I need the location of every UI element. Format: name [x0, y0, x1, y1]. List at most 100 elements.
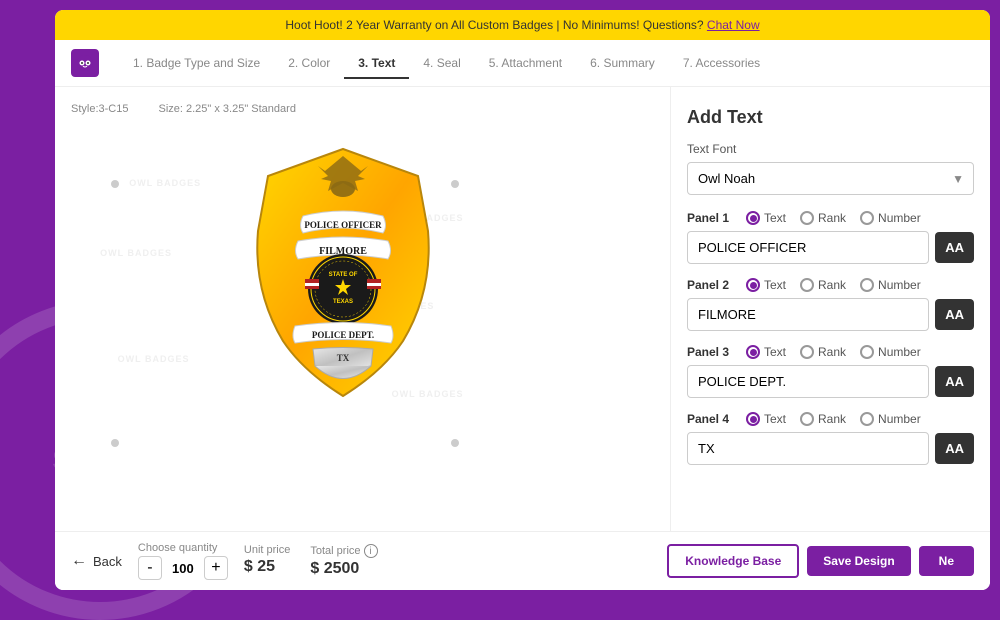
panel-1-aa-button[interactable]: AA	[935, 232, 974, 263]
unit-price-label: Unit price	[244, 544, 290, 556]
right-panel: Add Text Text Font Owl Noah ▼ Panel 1 Te…	[670, 87, 990, 531]
panel-3-rank-radio-circle	[800, 345, 814, 359]
panel-2-rank-radio-circle	[800, 278, 814, 292]
panel-2-number-radio[interactable]: Number	[860, 278, 921, 292]
total-price-label: Total price i	[310, 544, 377, 558]
panel-3-row: Panel 3 Text Rank Number	[687, 345, 974, 398]
panel-1-rank-radio[interactable]: Rank	[800, 211, 846, 225]
logo-area	[71, 49, 99, 77]
wm5: OWL BADGES	[118, 354, 190, 364]
quantity-controls: - 100 +	[138, 556, 228, 580]
svg-text:TX: TX	[336, 353, 349, 363]
panel-1-rank-radio-circle	[800, 211, 814, 225]
panel-4-text-radio[interactable]: Text	[746, 412, 786, 426]
panel-4-aa-button[interactable]: AA	[935, 433, 974, 464]
panel-4-number-radio[interactable]: Number	[860, 412, 921, 426]
total-price-value: $ 2500	[310, 560, 377, 578]
unit-price-value: $ 25	[244, 558, 290, 576]
top-banner: Hoot Hoot! 2 Year Warranty on All Custom…	[55, 10, 990, 40]
panel-2-text-radio-circle	[746, 278, 760, 292]
panel-3-label: Panel 3	[687, 345, 732, 359]
nav-steps: 1. Badge Type and Size 2. Color 3. Text …	[119, 48, 974, 78]
panel-4-number-radio-circle	[860, 412, 874, 426]
panel-4-row: Panel 4 Text Rank Number	[687, 412, 974, 465]
quantity-section: Choose quantity - 100 +	[138, 542, 228, 580]
panel-4-rank-radio-circle	[800, 412, 814, 426]
nav-step-color[interactable]: 2. Color	[274, 48, 344, 78]
panel-3-text-radio-circle	[746, 345, 760, 359]
total-price-info-icon[interactable]: i	[364, 544, 378, 558]
panel-1-number-radio-circle	[860, 211, 874, 225]
banner-text: Hoot Hoot! 2 Year Warranty on All Custom…	[285, 18, 703, 32]
knowledge-base-button[interactable]: Knowledge Base	[667, 544, 799, 578]
chat-now-link[interactable]: Chat Now	[707, 18, 760, 32]
svg-text:TEXAS: TEXAS	[332, 299, 352, 305]
nav-step-attachment[interactable]: 5. Attachment	[475, 48, 576, 78]
main-container: Hoot Hoot! 2 Year Warranty on All Custom…	[55, 10, 990, 590]
panel-1-text-radio[interactable]: Text	[746, 211, 786, 225]
quantity-decrease-button[interactable]: -	[138, 556, 162, 580]
panel-1-header: Panel 1 Text Rank Number	[687, 211, 974, 225]
nav-step-badge-type[interactable]: 1. Badge Type and Size	[119, 48, 274, 78]
preview-panel: Style:3-C15 Size: 2.25" x 3.25" Standard…	[55, 87, 670, 531]
quantity-increase-button[interactable]: +	[204, 556, 228, 580]
svg-text:POLICE OFFICER: POLICE OFFICER	[304, 220, 382, 230]
panel-4-input[interactable]	[687, 432, 929, 465]
panel-3-number-radio[interactable]: Number	[860, 345, 921, 359]
panel-3-rank-radio[interactable]: Rank	[800, 345, 846, 359]
panel-1-label: Panel 1	[687, 211, 732, 225]
panel-2-header: Panel 2 Text Rank Number	[687, 278, 974, 292]
next-button[interactable]: Ne	[919, 546, 974, 576]
panel-4-radio-group: Text Rank Number	[746, 412, 921, 426]
panel-4-header: Panel 4 Text Rank Number	[687, 412, 974, 426]
back-label: Back	[93, 554, 122, 569]
panel-1-input[interactable]	[687, 231, 929, 264]
back-arrow-icon: ←	[71, 552, 87, 570]
back-button[interactable]: ← Back	[71, 552, 122, 570]
nav-step-summary[interactable]: 6. Summary	[576, 48, 669, 78]
nav-step-seal[interactable]: 4. Seal	[409, 48, 474, 78]
panel-3-aa-button[interactable]: AA	[935, 366, 974, 397]
panel-3-number-radio-circle	[860, 345, 874, 359]
owl-logo-svg	[76, 54, 94, 72]
unit-price-item: Unit price $ 25	[244, 544, 290, 578]
wm1: OWL BADGES	[129, 178, 201, 188]
panel-2-rank-radio[interactable]: Rank	[800, 278, 846, 292]
corner-dot-bl	[111, 439, 119, 447]
panel-1-row: Panel 1 Text Rank Number	[687, 211, 974, 264]
logo-icon	[71, 49, 99, 77]
content-area: Style:3-C15 Size: 2.25" x 3.25" Standard…	[55, 87, 990, 531]
badge-area: OWL BADGES OWL BADGES OWL BADGES OWL BAD…	[71, 125, 654, 477]
panel-2-radio-group: Text Rank Number	[746, 278, 921, 292]
bottom-bar: ← Back Choose quantity - 100 + Unit pric…	[55, 531, 990, 590]
panel-3-header: Panel 3 Text Rank Number	[687, 345, 974, 359]
panel-4-input-row: AA	[687, 432, 974, 465]
nav-step-text[interactable]: 3. Text	[344, 48, 409, 78]
panel-2-label: Panel 2	[687, 278, 732, 292]
panel-3-radio-group: Text Rank Number	[746, 345, 921, 359]
style-label: Style:3-C15	[71, 103, 128, 115]
price-section: Unit price $ 25 Total price i $ 2500	[244, 544, 378, 578]
svg-text:POLICE DEPT.: POLICE DEPT.	[311, 330, 373, 340]
panel-1-number-radio[interactable]: Number	[860, 211, 921, 225]
panel-4-rank-radio[interactable]: Rank	[800, 412, 846, 426]
corner-dot-tl	[111, 180, 119, 188]
badge-preview: POLICE OFFICER FILMORE STATE OF TEXAS	[243, 141, 483, 461]
nav-step-accessories[interactable]: 7. Accessories	[669, 48, 774, 78]
panel-2-input[interactable]	[687, 298, 929, 331]
panel-3-input[interactable]	[687, 365, 929, 398]
panel-2-input-row: AA	[687, 298, 974, 331]
preview-meta: Style:3-C15 Size: 2.25" x 3.25" Standard	[71, 103, 654, 115]
panel-3-input-row: AA	[687, 365, 974, 398]
quantity-label: Choose quantity	[138, 542, 228, 554]
panel-2-number-radio-circle	[860, 278, 874, 292]
header-nav: 1. Badge Type and Size 2. Color 3. Text …	[55, 40, 990, 87]
panel-3-text-radio[interactable]: Text	[746, 345, 786, 359]
panel-2-aa-button[interactable]: AA	[935, 299, 974, 330]
save-design-button[interactable]: Save Design	[807, 546, 910, 576]
panel-2-text-radio[interactable]: Text	[746, 278, 786, 292]
font-label: Text Font	[687, 142, 974, 156]
quantity-value: 100	[168, 561, 198, 576]
panel-4-label: Panel 4	[687, 412, 732, 426]
font-select[interactable]: Owl Noah	[687, 162, 974, 195]
